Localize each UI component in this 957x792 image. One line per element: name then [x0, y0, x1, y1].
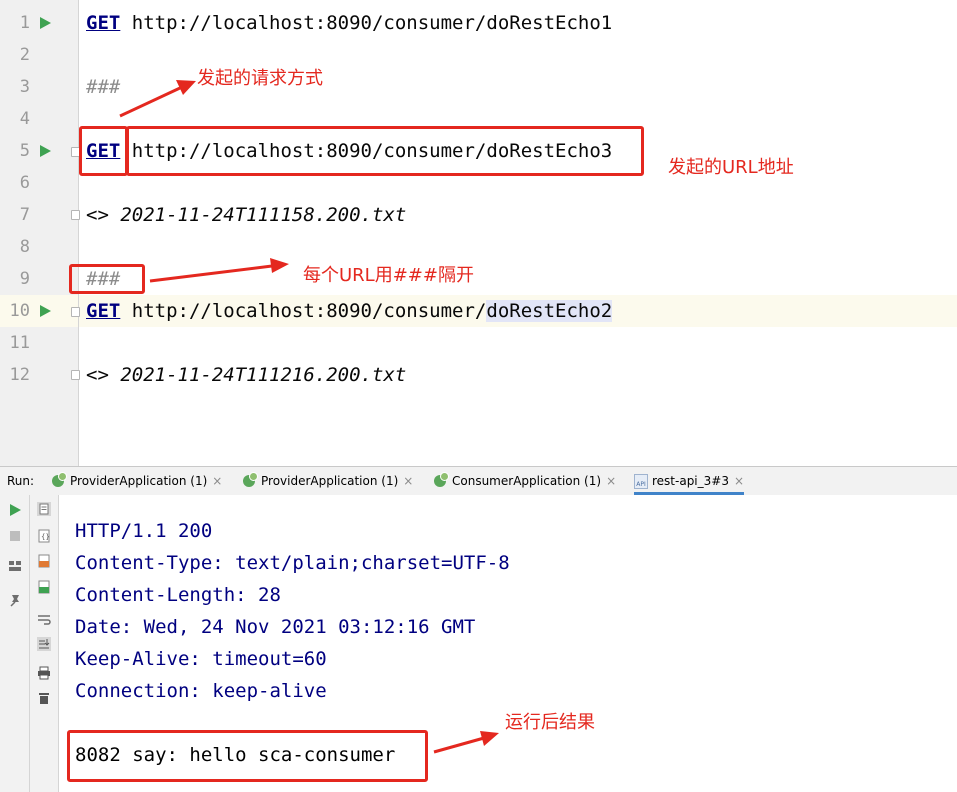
http-method-get: GET: [86, 12, 121, 34]
request-url: http://localhost:8090/consumer/doRestEch…: [120, 12, 613, 34]
view-as-text-icon[interactable]: [37, 502, 51, 516]
print-icon[interactable]: [37, 666, 51, 680]
soft-wrap-icon[interactable]: [37, 613, 51, 627]
line-number: 4: [19, 109, 30, 129]
tab-label: ProviderApplication (1): [261, 474, 399, 488]
code-line-3[interactable]: ###: [86, 71, 120, 103]
tab-rest-api[interactable]: API rest-api_3#3 ×: [634, 467, 745, 495]
view-as-json-icon[interactable]: {}: [37, 529, 51, 543]
tab-label: ProviderApplication (1): [70, 474, 208, 488]
fold-marker-icon[interactable]: [71, 210, 80, 220]
code-line-10[interactable]: GET http://localhost:8090/consumer/doRes…: [86, 295, 613, 327]
line-number: 7: [19, 205, 30, 225]
line-number: 5: [19, 141, 30, 161]
request-url: http://localhost:8090/consumer/: [120, 300, 487, 322]
code-line-12[interactable]: <> 2021-11-24T111216.200.txt: [86, 359, 406, 391]
layout-icon[interactable]: [8, 559, 22, 573]
run-request-icon[interactable]: [40, 145, 51, 157]
http-method-get: GET: [86, 300, 121, 322]
annotation-label-url: 发起的URL地址: [668, 157, 794, 178]
tab-consumer-application[interactable]: ConsumerApplication (1) ×: [434, 467, 616, 495]
run-tool-window-tabs: Run: ProviderApplication (1) × ProviderAp…: [0, 466, 957, 496]
line-number: 10: [9, 301, 30, 321]
close-icon[interactable]: ×: [606, 474, 616, 488]
api-file-icon: API: [634, 474, 648, 489]
view-as-html-icon[interactable]: [37, 580, 51, 594]
response-header-line: Date: Wed, 24 Nov 2021 03:12:16 GMT: [75, 616, 476, 638]
trash-icon[interactable]: [37, 691, 51, 705]
response-header-line: Connection: keep-alive: [75, 680, 327, 702]
close-icon[interactable]: ×: [403, 474, 413, 488]
line-number: 3: [19, 77, 30, 97]
run-label: Run:: [7, 474, 35, 488]
svg-text:{}: {}: [41, 533, 50, 541]
code-line-1[interactable]: GET http://localhost:8090/consumer/doRes…: [86, 7, 612, 39]
close-icon[interactable]: ×: [212, 474, 222, 488]
close-icon[interactable]: ×: [734, 474, 744, 488]
line-number: 9: [19, 269, 30, 289]
selected-text: doRestEcho2: [486, 300, 613, 322]
run-request-icon[interactable]: [40, 305, 51, 317]
tab-label: rest-api_3#3: [652, 474, 729, 488]
fold-marker-icon[interactable]: [71, 370, 80, 380]
code-line-7[interactable]: <> 2021-11-24T111158.200.txt: [86, 199, 406, 231]
line-number: 6: [19, 173, 30, 193]
annotation-box-url: [126, 126, 644, 176]
response-link-prefix: <>: [86, 204, 121, 226]
response-link-prefix: <>: [86, 364, 121, 386]
line-number: 11: [9, 333, 30, 353]
run-toolbar: [0, 495, 30, 792]
response-file-link[interactable]: 2021-11-24T111216.200.txt: [120, 364, 406, 386]
spring-boot-app-icon: [52, 472, 67, 487]
tab-label: ConsumerApplication (1): [452, 474, 602, 488]
pin-icon[interactable]: [8, 593, 22, 607]
tab-provider-application-2[interactable]: ProviderApplication (1) ×: [243, 467, 413, 495]
response-file-link[interactable]: 2021-11-24T111158.200.txt: [120, 204, 406, 226]
annotation-label-separator: 每个URL用###隔开: [303, 265, 474, 286]
response-status-line: HTTP/1.1 200: [75, 520, 213, 542]
response-header-line: Keep-Alive: timeout=60: [75, 648, 327, 670]
annotation-box-method: [79, 126, 128, 176]
run-request-icon[interactable]: [40, 17, 51, 29]
response-header-line: Content-Type: text/plain;charset=UTF-8: [75, 552, 510, 574]
console-toolbar: {}: [30, 495, 59, 792]
line-number: 2: [19, 45, 30, 65]
annotation-label-method: 发起的请求方式: [197, 68, 323, 89]
line-number: 8: [19, 237, 30, 257]
spring-boot-app-icon: [243, 472, 258, 487]
annotation-box-separator: [69, 264, 145, 294]
scroll-to-end-icon[interactable]: [37, 637, 51, 651]
line-number: 12: [9, 365, 30, 385]
http-request-editor[interactable]: 1 2 3 4 5 6 7 8 9 10 11 12 GET http://lo…: [0, 0, 957, 466]
tab-provider-application-1[interactable]: ProviderApplication (1) ×: [52, 467, 222, 495]
rerun-icon[interactable]: [8, 503, 22, 517]
spring-boot-app-icon: [434, 472, 449, 487]
annotation-box-result: [67, 730, 428, 782]
view-as-xml-icon[interactable]: [37, 554, 51, 568]
response-header-line: Content-Length: 28: [75, 584, 281, 606]
fold-marker-icon[interactable]: [71, 307, 80, 317]
annotation-label-result: 运行后结果: [505, 712, 595, 733]
stop-icon[interactable]: [8, 529, 22, 543]
line-number: 1: [19, 13, 30, 33]
